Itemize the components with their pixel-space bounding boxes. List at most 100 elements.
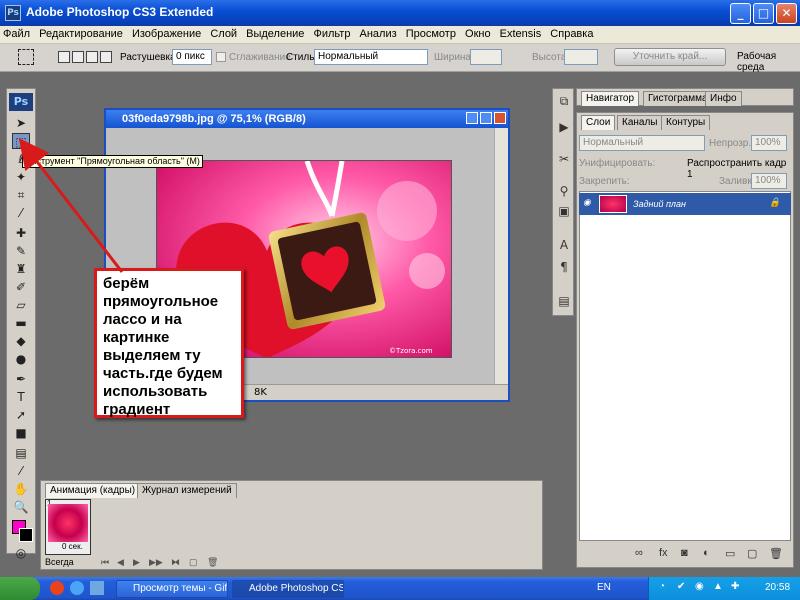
doc-maximize-button[interactable] (480, 112, 492, 124)
menu-layer[interactable]: Слой (207, 26, 240, 42)
tray-icon-3[interactable]: ◉ (695, 581, 704, 592)
tab-measurement-log[interactable]: Журнал измерений (137, 483, 237, 498)
tray-icon-2[interactable]: ✔ (677, 581, 685, 592)
character-panel-icon[interactable]: A (556, 237, 572, 253)
brushes-panel-icon[interactable]: ⚲ (556, 183, 572, 199)
tab-layers[interactable]: Слои (581, 115, 616, 130)
menu-filter[interactable]: Фильтр (311, 26, 354, 42)
tray-icon-4[interactable]: ▲ (713, 581, 723, 592)
opera-quicklaunch-icon[interactable] (50, 581, 64, 595)
opacity-input[interactable]: 100% (751, 135, 787, 151)
loop-select[interactable]: Всегда (45, 557, 74, 569)
close-button[interactable]: ✕ (776, 3, 797, 24)
duplicate-frame-icon[interactable]: ▢ (189, 557, 198, 568)
blend-mode-select[interactable]: Нормальный (579, 135, 705, 151)
clone-stamp-tool-icon[interactable]: ♜ (12, 261, 30, 277)
menu-select[interactable]: Выделение (243, 26, 307, 42)
menu-view[interactable]: Просмотр (403, 26, 459, 42)
height-input[interactable] (564, 49, 598, 65)
tween-icon[interactable]: ⧓ (171, 557, 180, 568)
menu-edit[interactable]: Редактирование (36, 26, 126, 42)
layer-style-icon[interactable]: fx (659, 547, 668, 559)
magic-wand-tool-icon[interactable]: ✦ (12, 169, 30, 185)
tray-icon-1[interactable]: ◔ (659, 581, 665, 592)
pen-tool-icon[interactable]: ✒ (12, 371, 30, 387)
frame-delay[interactable]: 0 сек. (62, 542, 83, 551)
delete-layer-icon[interactable]: 🗑 (769, 547, 783, 560)
animation-frame[interactable]: 1 0 сек. (45, 499, 91, 555)
blur-tool-icon[interactable]: ◆ (12, 333, 30, 349)
eye-visibility-icon[interactable]: ◉ (583, 197, 591, 208)
style-select[interactable]: Нормальный (314, 49, 428, 65)
type-tool-icon[interactable]: T (12, 389, 30, 405)
menu-file[interactable]: Файл (0, 26, 33, 42)
refine-edge-button[interactable]: Уточнить край... (614, 48, 726, 66)
document-vertical-scrollbar[interactable] (494, 128, 508, 384)
tray-icon-5[interactable]: ✚ (731, 581, 739, 592)
start-button[interactable] (0, 577, 40, 600)
next-frame-icon[interactable]: ▶▶ (149, 557, 163, 568)
layer-comps-panel-icon[interactable]: ▤ (556, 293, 572, 309)
width-input[interactable] (470, 49, 502, 65)
actions-panel-icon[interactable]: ▶ (556, 119, 572, 135)
hand-tool-icon[interactable]: ✋ (12, 481, 30, 497)
clone-source-panel-icon[interactable]: ▣ (556, 203, 572, 219)
subtract-selection-icon[interactable] (86, 51, 98, 63)
minimize-button[interactable]: _ (730, 3, 751, 24)
slice-tool-icon[interactable]: ⁄ (12, 205, 30, 221)
clock[interactable]: 20:58 (765, 582, 790, 593)
zoom-tool-icon[interactable]: 🔍 (12, 499, 30, 515)
eraser-tool-icon[interactable]: ▱ (12, 297, 30, 313)
antialias-checkbox[interactable] (216, 52, 226, 62)
language-indicator[interactable]: EN (597, 582, 611, 593)
layer-mask-icon[interactable]: ◙ (681, 547, 688, 559)
shape-tool-icon[interactable]: ■ (12, 425, 30, 441)
adjustment-layer-icon[interactable]: ◐ (703, 547, 710, 559)
first-frame-icon[interactable]: ⏮ (101, 557, 109, 568)
doc-minimize-button[interactable] (466, 112, 478, 124)
tab-animation[interactable]: Анимация (кадры) (45, 483, 141, 498)
quick-mask-icon[interactable]: ◎ (12, 545, 30, 561)
link-layers-icon[interactable]: ∞ (635, 547, 643, 559)
taskbar-item-browser[interactable]: Просмотр темы - Gif ... (116, 580, 228, 598)
brush-tool-icon[interactable]: ✎ (12, 243, 30, 259)
tab-channels[interactable]: Каналы (617, 115, 663, 130)
layer-row-background[interactable]: ◉ Задний план 🔒 (579, 193, 791, 215)
maximize-button[interactable]: □ (753, 3, 774, 24)
fill-input[interactable]: 100% (751, 173, 787, 189)
prev-frame-icon[interactable]: ◀ (117, 557, 124, 568)
add-selection-icon[interactable] (72, 51, 84, 63)
menu-extensis[interactable]: Extensis (497, 26, 545, 42)
tab-navigator[interactable]: Навигатор (581, 91, 640, 106)
taskbar-item-photoshop[interactable]: Adobe Photoshop CS... (232, 580, 344, 598)
path-selection-tool-icon[interactable]: ➚ (12, 407, 30, 423)
desktop-quicklaunch-icon[interactable] (90, 581, 104, 595)
gradient-tool-icon[interactable]: ▬ (12, 315, 30, 331)
menu-help[interactable]: Справка (547, 26, 596, 42)
eyedropper-tool-icon[interactable]: ⁄ (12, 463, 30, 479)
tools-panel-icon[interactable]: ✂ (556, 151, 572, 167)
new-layer-icon[interactable]: ▢ (747, 547, 757, 560)
history-panel-icon[interactable]: ⧉ (556, 93, 572, 109)
menu-analysis[interactable]: Анализ (357, 26, 400, 42)
rectangular-marquee-tool-icon[interactable]: ⬚ (12, 133, 30, 149)
new-group-icon[interactable]: ▭ (725, 547, 735, 560)
tab-paths[interactable]: Контуры (661, 115, 711, 130)
feather-input[interactable]: 0 пикс (172, 49, 212, 65)
menu-window[interactable]: Окно (462, 26, 494, 42)
move-tool-icon[interactable]: ➤ (12, 115, 30, 131)
doc-close-button[interactable] (494, 112, 506, 124)
ie-quicklaunch-icon[interactable] (70, 581, 84, 595)
document-title[interactable]: 03f0eda9798b.jpg @ 75,1% (RGB/8) (106, 110, 508, 128)
notes-tool-icon[interactable]: ▤ (12, 445, 30, 461)
menu-image[interactable]: Изображение (129, 26, 204, 42)
history-brush-tool-icon[interactable]: ✐ (12, 279, 30, 295)
dodge-tool-icon[interactable]: ● (12, 351, 30, 367)
workspace-menu[interactable]: Рабочая среда (737, 51, 800, 73)
intersect-selection-icon[interactable] (100, 51, 112, 63)
delete-frame-icon[interactable]: 🗑 (207, 557, 218, 568)
tab-info[interactable]: Инфо (705, 91, 742, 106)
paragraph-panel-icon[interactable]: ¶ (556, 259, 572, 275)
marquee-preset-icon[interactable] (18, 49, 34, 65)
play-icon[interactable]: ▶ (133, 557, 140, 568)
